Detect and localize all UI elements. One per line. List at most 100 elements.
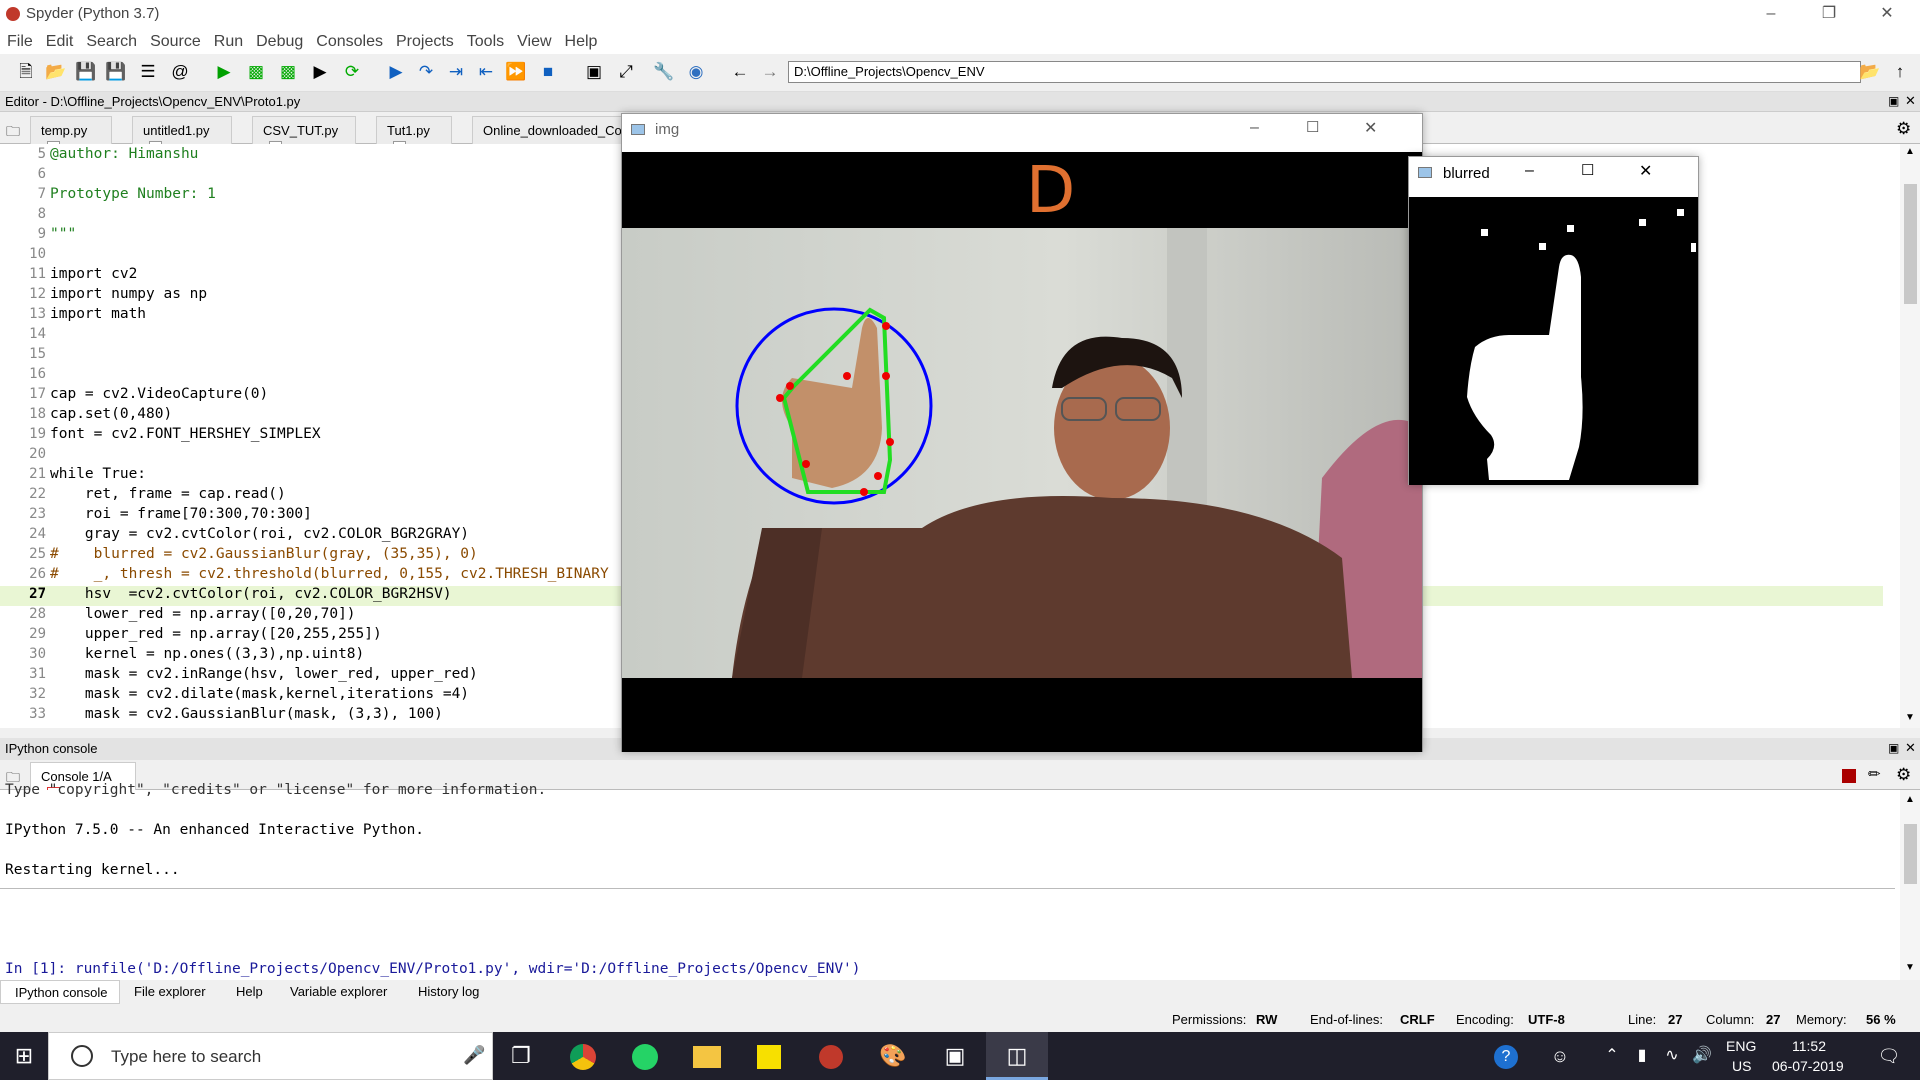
close-button[interactable]: ✕ (1858, 0, 1916, 30)
scroll-up-icon[interactable]: ▲ (1905, 794, 1915, 805)
tab-ipython-console[interactable]: IPython console (0, 980, 120, 1004)
editor-scrollbar[interactable]: ▲ ▼ (1900, 144, 1920, 728)
menu-view[interactable]: View (510, 30, 557, 51)
task-view-icon[interactable]: ❐ (490, 1032, 552, 1080)
tab-history-log[interactable]: History log (418, 984, 479, 999)
interrupt-kernel-icon[interactable] (1842, 769, 1856, 783)
close-button[interactable]: ✕ (1639, 161, 1652, 181)
menu-edit[interactable]: Edit (39, 30, 80, 51)
clock-time[interactable]: 11:52 (1792, 1038, 1826, 1054)
working-directory-input[interactable]: D:\Offline_Projects\Opencv_ENV (788, 61, 1861, 83)
tab-variable-explorer[interactable]: Variable explorer (290, 984, 387, 999)
step-icon[interactable]: ↷ (414, 60, 438, 84)
menu-search[interactable]: Search (79, 30, 143, 51)
step-return-icon[interactable]: ⇤ (474, 60, 498, 84)
help-icon[interactable]: ? (1486, 1032, 1526, 1080)
region-code[interactable]: US (1732, 1058, 1751, 1074)
continue-icon[interactable]: ⏩ (504, 60, 528, 84)
browse-folder-icon[interactable]: 📂 (1858, 60, 1882, 84)
tab-untitled1[interactable]: untitled1.pyx (132, 116, 232, 154)
scroll-up-icon[interactable]: ▲ (1905, 146, 1915, 157)
undock-icon[interactable]: ▣ (1888, 94, 1899, 108)
menu-source[interactable]: Source (143, 30, 207, 51)
scrollbar-thumb[interactable] (1904, 184, 1917, 304)
at-icon[interactable]: @ (168, 60, 192, 84)
code-line: # blurred = cv2.GaussianBlur(gray, (35,3… (50, 546, 478, 562)
language-code[interactable]: ENG (1726, 1038, 1756, 1054)
menu-debug[interactable]: Debug (249, 30, 309, 51)
step-into-icon[interactable]: ⇥ (444, 60, 468, 84)
back-icon[interactable]: ← (728, 60, 752, 84)
console-scrollbar[interactable]: ▲ ▼ (1900, 790, 1920, 980)
scrollbar-thumb[interactable] (1904, 824, 1917, 884)
preferences-icon[interactable]: 🔧 (652, 60, 676, 84)
people-icon[interactable]: ☺ (1540, 1032, 1580, 1080)
forward-icon[interactable]: → (758, 60, 782, 84)
tab-help[interactable]: Help (236, 984, 263, 999)
fullscreen-icon[interactable]: ⤢ (614, 60, 638, 84)
debug-icon[interactable]: ▶ (384, 60, 408, 84)
clear-console-icon[interactable]: ✏ (1868, 765, 1881, 783)
sticky-notes-icon[interactable] (738, 1032, 800, 1080)
save-icon[interactable]: 💾 (74, 60, 98, 84)
menu-consoles[interactable]: Consoles (309, 30, 389, 51)
img-window[interactable]: img – ☐ ✕ D (621, 113, 1423, 752)
tab-temp[interactable]: temp.pyx (30, 116, 112, 154)
volume-icon[interactable]: 🔊 (1682, 1032, 1722, 1080)
notifications-icon[interactable]: 🗨 (1858, 1032, 1920, 1080)
menu-file[interactable]: File (0, 30, 39, 51)
windows-start-icon[interactable]: ⊞ (0, 1032, 48, 1080)
browse-tabs-icon[interactable]: 🗀 (6, 121, 20, 145)
ipython-console[interactable]: Type "copyright", "credits" or "license"… (0, 782, 1900, 980)
menu-projects[interactable]: Projects (389, 30, 460, 51)
undock-icon[interactable]: ▣ (1888, 741, 1899, 755)
minimize-button[interactable]: – (1525, 162, 1534, 180)
clock-date[interactable]: 06-07-2019 (1772, 1058, 1844, 1074)
stop-debug-icon[interactable]: ■ (536, 60, 560, 84)
blurred-window[interactable]: blurred – ☐ ✕ (1408, 156, 1699, 485)
close-pane-icon[interactable]: ✕ (1905, 740, 1916, 756)
spyder-taskbar-icon[interactable] (800, 1032, 862, 1080)
chrome-icon[interactable] (552, 1032, 614, 1080)
tab-online-downloaded[interactable]: Online_downloaded_Co (472, 116, 622, 144)
close-button[interactable]: ✕ (1364, 118, 1377, 138)
parent-directory-icon[interactable]: ↑ (1888, 60, 1912, 84)
tab-tut1[interactable]: Tut1.pyx (376, 116, 452, 154)
taskbar-search-box[interactable]: Type here to search 🎤 (48, 1032, 493, 1080)
options-gear-icon[interactable]: ⚙ (1896, 765, 1911, 785)
maximize-pane-icon[interactable]: ▣ (582, 60, 606, 84)
maximize-button[interactable]: ☐ (1581, 161, 1594, 179)
menu-tools[interactable]: Tools (460, 30, 510, 51)
new-file-icon[interactable]: 🗎 (14, 60, 38, 84)
restore-button[interactable]: ❐ (1800, 0, 1858, 30)
scroll-down-icon[interactable]: ▼ (1905, 962, 1915, 973)
microphone-icon[interactable]: 🎤 (463, 1045, 485, 1066)
python-path-icon[interactable]: ◉ (684, 60, 708, 84)
menu-run[interactable]: Run (207, 30, 249, 51)
run-icon[interactable]: ▶ (212, 60, 236, 84)
menu-help[interactable]: Help (558, 30, 604, 51)
code-line: gray = cv2.cvtColor(roi, cv2.COLOR_BGR2G… (50, 526, 470, 542)
scroll-down-icon[interactable]: ▼ (1905, 712, 1915, 723)
run-selection-icon[interactable]: ▶ (308, 60, 332, 84)
paint-icon[interactable]: 🎨 (862, 1032, 924, 1080)
tab-file-explorer[interactable]: File explorer (134, 984, 206, 999)
app-window-icon[interactable]: ▣ (924, 1032, 986, 1080)
save-all-icon[interactable]: 💾 (104, 60, 128, 84)
minimize-button[interactable]: – (1250, 119, 1259, 137)
close-pane-icon[interactable]: ✕ (1905, 93, 1916, 109)
rerun-icon[interactable]: ⟳ (340, 60, 364, 84)
whatsapp-icon[interactable] (614, 1032, 676, 1080)
encoding-value: UTF-8 (1528, 1012, 1565, 1027)
file-explorer-icon[interactable] (676, 1032, 738, 1080)
opencv-window-icon[interactable]: ◫ (986, 1032, 1048, 1080)
maximize-button[interactable]: ☐ (1306, 118, 1319, 136)
minimize-button[interactable]: – (1742, 0, 1800, 30)
tab-csv-tut[interactable]: CSV_TUT.pyx (252, 116, 356, 154)
run-cell-icon[interactable]: ▩ (244, 60, 268, 84)
open-file-icon[interactable]: 📂 (44, 60, 68, 84)
run-cell-advance-icon[interactable]: ▩ (276, 60, 300, 84)
options-gear-icon[interactable]: ⚙ (1896, 119, 1911, 139)
outline-icon[interactable]: ☰ (136, 60, 160, 84)
code-line: ret, frame = cap.read() (50, 486, 286, 502)
